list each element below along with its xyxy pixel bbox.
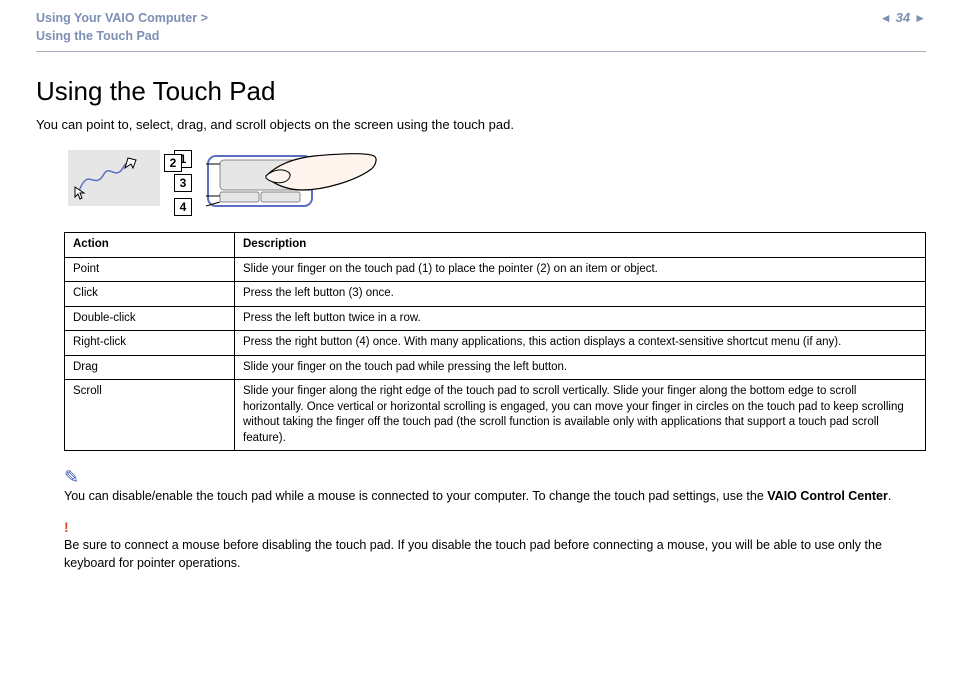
page-number: 34 [896,10,910,25]
cell-desc: Press the left button twice in a row. [235,306,926,331]
breadcrumb-line2: Using the Touch Pad [36,28,208,46]
cell-action: Click [65,282,235,307]
breadcrumb[interactable]: Using Your VAIO Computer > Using the Tou… [36,10,208,45]
table-row: DragSlide your finger on the touch pad w… [65,355,926,380]
note-block: ✎ You can disable/enable the touch pad w… [64,465,926,572]
screen-area-icon [68,150,160,206]
table-row: Right-clickPress the right button (4) on… [65,331,926,356]
cell-desc: Slide your finger on the touch pad while… [235,355,926,380]
next-page-icon[interactable]: ► [914,11,926,25]
figure-row: 2 1 3 4 [36,146,926,232]
cell-desc: Press the right button (4) once. With ma… [235,331,926,356]
cell-desc: Slide your finger along the right edge o… [235,380,926,451]
table-header-row: Action Description [65,233,926,258]
callout-2: 2 [164,154,182,172]
actions-table: Action Description PointSlide your finge… [64,232,926,451]
intro-text: You can point to, select, drag, and scro… [36,117,926,132]
callout-3: 3 [174,174,192,192]
warning-icon: ! [64,518,926,538]
warning-text: Be sure to connect a mouse before disabl… [64,538,882,570]
cell-action: Scroll [65,380,235,451]
callout-4: 4 [174,198,192,216]
cell-action: Right-click [65,331,235,356]
page-content: Using the Touch Pad You can point to, se… [0,52,954,582]
note-text-a: You can disable/enable the touch pad whi… [64,489,767,503]
page-nav: ◄ 34 ► [880,10,926,25]
touchpad-diagram-icon [206,150,386,220]
breadcrumb-line1: Using Your VAIO Computer > [36,10,208,28]
cell-desc: Press the left button (3) once. [235,282,926,307]
page-header: Using Your VAIO Computer > Using the Tou… [0,0,954,49]
cell-action: Drag [65,355,235,380]
page-title: Using the Touch Pad [36,76,926,107]
table-row: ScrollSlide your finger along the right … [65,380,926,451]
cursor-icon [125,158,136,168]
pointer-diagram: 2 [68,150,160,206]
cell-action: Point [65,257,235,282]
th-description: Description [235,233,926,258]
table-row: PointSlide your finger on the touch pad … [65,257,926,282]
pencil-icon: ✎ [64,465,926,490]
cell-desc: Slide your finger on the touch pad (1) t… [235,257,926,282]
cell-action: Double-click [65,306,235,331]
note-text-b: . [888,489,891,503]
note-bold: VAIO Control Center [767,489,888,503]
prev-page-icon[interactable]: ◄ [880,11,892,25]
cursor-icon [74,186,86,200]
table-row: Double-clickPress the left button twice … [65,306,926,331]
th-action: Action [65,233,235,258]
table-row: ClickPress the left button (3) once. [65,282,926,307]
